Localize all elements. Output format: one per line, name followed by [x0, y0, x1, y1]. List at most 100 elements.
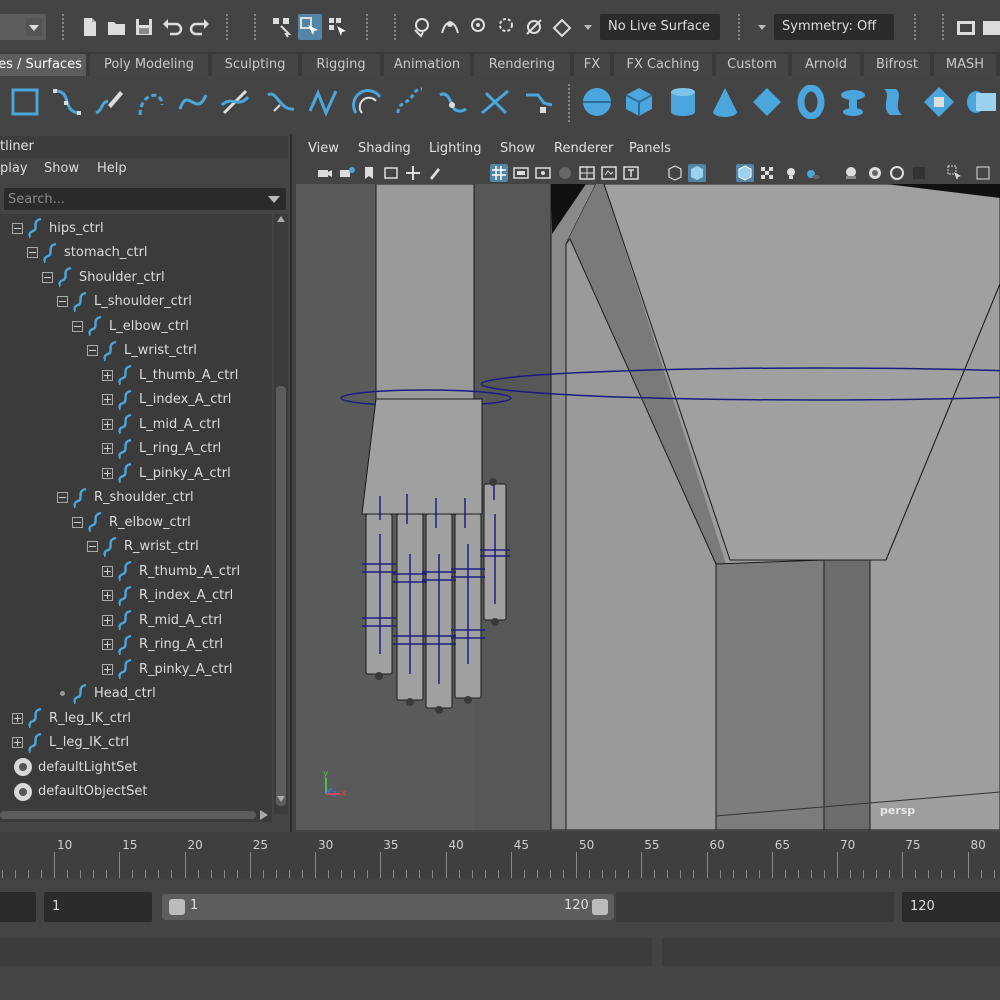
outliner-menu-show[interactable]: Show — [44, 158, 79, 180]
film-gate-icon[interactable] — [512, 164, 530, 182]
expand-icon[interactable] — [102, 614, 113, 626]
outliner-item[interactable]: R_thumb_A_ctrl — [102, 559, 240, 583]
outliner-vertical-scrollbar[interactable] — [274, 214, 288, 814]
outliner-item[interactable]: R_wrist_ctrl — [87, 535, 199, 559]
outliner-item[interactable]: L_wrist_ctrl — [87, 339, 197, 363]
range-start-handle[interactable] — [169, 899, 185, 915]
redo-icon[interactable] — [188, 14, 212, 40]
safe-action-icon[interactable] — [600, 164, 618, 182]
gate-mask-icon[interactable] — [556, 164, 574, 182]
ep-curve-icon[interactable] — [132, 82, 170, 122]
live-surface-field[interactable]: No Live Surface — [600, 14, 720, 40]
textured-icon[interactable] — [758, 164, 776, 182]
sine-curve-icon[interactable] — [304, 82, 342, 122]
viewport-menu-show[interactable]: Show — [500, 138, 535, 160]
resolution-gate-icon[interactable] — [534, 164, 552, 182]
select-object-icon[interactable] — [298, 14, 322, 40]
expand-icon[interactable] — [102, 369, 113, 381]
curve-edit-icon[interactable] — [216, 82, 254, 122]
collapse-icon[interactable] — [12, 222, 23, 234]
tab-rendering[interactable]: Rendering — [474, 54, 570, 76]
select-component-icon[interactable] — [326, 14, 350, 40]
outliner-item[interactable]: L_thumb_A_ctrl — [102, 363, 238, 387]
tab-bifrost[interactable]: Bifrost — [864, 54, 930, 76]
tab-arnold[interactable]: Arnold — [792, 54, 860, 76]
snap-live-icon[interactable] — [522, 14, 546, 40]
scroll-up-icon[interactable] — [277, 216, 285, 222]
grid-icon[interactable] — [490, 164, 508, 182]
intersect-icon[interactable] — [476, 82, 514, 122]
cv-curve-icon[interactable] — [48, 82, 86, 122]
snap-view-plane-icon[interactable] — [494, 14, 518, 40]
bookmark-icon[interactable] — [360, 164, 378, 182]
collapse-icon[interactable] — [72, 320, 83, 332]
save-scene-icon[interactable] — [132, 14, 156, 40]
smooth-shade-icon[interactable] — [688, 164, 706, 182]
menu-set-select[interactable] — [0, 14, 46, 40]
time-slider[interactable]: 10 15 20 25 30 35 40 45 50 55 60 65 70 75 80 — [0, 832, 1000, 878]
tab-custom[interactable]: Custom — [716, 54, 788, 76]
outliner-title[interactable]: tliner — [0, 136, 288, 158]
outliner-item[interactable]: R_shoulder_ctrl — [57, 486, 194, 510]
viewport-menu-shading[interactable]: Shading — [358, 138, 411, 160]
tab-rigging[interactable]: Rigging — [302, 54, 380, 76]
snap-grid-icon[interactable] — [410, 14, 434, 40]
cone-icon[interactable] — [706, 82, 744, 122]
select-hierarchy-icon[interactable] — [270, 14, 294, 40]
anti-alias-icon[interactable] — [888, 164, 906, 182]
outliner-menu-help[interactable]: Help — [97, 158, 127, 180]
viewport-menu-lighting[interactable]: Lighting — [429, 138, 482, 160]
pencil-curve-icon[interactable] — [90, 82, 128, 122]
snap-point-icon[interactable] — [466, 14, 490, 40]
expand-icon[interactable] — [102, 467, 113, 479]
tab-curves-surfaces[interactable]: es / Surfaces — [0, 54, 86, 76]
tab-poly-modeling[interactable]: Poly Modeling — [90, 54, 208, 76]
circle-arc-icon[interactable] — [348, 82, 386, 122]
2d-pan-icon[interactable] — [404, 164, 422, 182]
plane-icon[interactable] — [748, 82, 786, 122]
range-end-handle[interactable] — [592, 899, 608, 915]
cube-icon[interactable] — [620, 82, 658, 122]
collapse-icon[interactable] — [87, 345, 98, 356]
command-input[interactable] — [0, 938, 652, 966]
outliner-search[interactable] — [4, 188, 286, 210]
expand-icon[interactable] — [102, 663, 113, 675]
render-view-icon[interactable] — [954, 14, 978, 40]
collapse-icon[interactable] — [72, 516, 83, 528]
scroll-thumb[interactable] — [0, 811, 256, 819]
extrude-icon[interactable] — [962, 82, 1000, 122]
collapse-icon[interactable] — [42, 271, 53, 283]
outliner-item[interactable]: R_ring_A_ctrl — [102, 633, 223, 657]
chevron-down-icon[interactable] — [758, 25, 766, 30]
tab-sculpting[interactable]: Sculpting — [212, 54, 298, 76]
outliner-item[interactable]: R_mid_A_ctrl — [102, 608, 222, 632]
collapse-icon[interactable] — [57, 492, 68, 503]
expand-icon[interactable] — [102, 565, 113, 577]
outliner-item[interactable]: hips_ctrl — [12, 216, 104, 240]
tab-fx[interactable]: FX — [574, 54, 610, 76]
outliner-menu-display[interactable]: play — [0, 158, 28, 180]
outliner-item[interactable]: R_index_A_ctrl — [102, 584, 233, 608]
playback-start-field[interactable]: 1 — [44, 892, 152, 922]
open-scene-icon[interactable] — [105, 14, 129, 40]
planar-icon[interactable] — [920, 82, 958, 122]
outliner-item[interactable]: defaultObjectSet — [14, 780, 147, 804]
tab-fx-caching[interactable]: FX Caching — [614, 54, 712, 76]
symmetry-dropdown[interactable]: Symmetry: Off — [774, 14, 894, 40]
tab-mash[interactable]: MASH — [934, 54, 996, 76]
search-input[interactable] — [4, 188, 254, 210]
viewport-menu-view[interactable]: View — [308, 138, 339, 160]
outliner-item[interactable]: R_elbow_ctrl — [72, 510, 191, 534]
outliner-item[interactable]: L_shoulder_ctrl — [57, 290, 192, 314]
chevron-down-icon[interactable] — [584, 25, 592, 30]
outliner-item[interactable]: L_leg_IK_ctrl — [12, 731, 129, 755]
wireframe-on-shaded-icon[interactable] — [736, 164, 754, 182]
ambient-occlusion-icon[interactable] — [842, 164, 860, 182]
wireframe-icon[interactable] — [666, 164, 684, 182]
new-scene-icon[interactable] — [78, 14, 102, 40]
viewport-scene[interactable]: y z x — [296, 184, 1000, 830]
depth-of-field-icon[interactable] — [910, 164, 928, 182]
expand-icon[interactable] — [102, 443, 113, 454]
expand-icon[interactable] — [102, 394, 113, 405]
sphere-icon[interactable] — [578, 82, 616, 122]
